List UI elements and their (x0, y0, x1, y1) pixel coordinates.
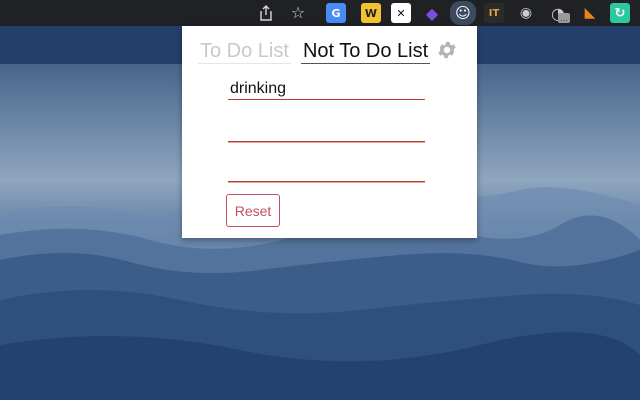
metamask-extension-icon[interactable]: ◣ (580, 3, 600, 23)
tab-not-to-do-list[interactable]: Not To Do List (300, 39, 431, 64)
w-extension-icon[interactable]: W (361, 3, 381, 23)
gear-icon[interactable] (436, 39, 458, 61)
google-translate-icon[interactable]: G (326, 3, 346, 23)
list-tabs: To Do List Not To Do List (198, 38, 431, 64)
x-extension-icon[interactable]: ✕ (391, 3, 411, 23)
badge-icon: … (558, 13, 570, 23)
bookmark-star-icon[interactable]: ☆ (288, 3, 308, 23)
not-todo-item-2-input[interactable] (228, 120, 425, 142)
extension-popup: To Do List Not To Do List Reset (182, 26, 477, 238)
reset-button[interactable]: Reset (226, 194, 280, 227)
screen: ☆ G W ✕ ◆ ☺ IT ◉ ◔ … ◣ ↻ To Do List Not … (0, 0, 640, 400)
not-todo-item-1-input[interactable] (228, 78, 425, 100)
refresh-extension-icon[interactable]: ↻ (610, 3, 630, 23)
stormtrooper-extension-icon[interactable]: ☺ (450, 1, 476, 25)
browser-toolbar: ☆ G W ✕ ◆ ☺ IT ◉ ◔ … ◣ ↻ (0, 0, 640, 26)
camera-extension-icon[interactable]: ◉ (516, 3, 536, 23)
share-icon[interactable] (256, 3, 276, 23)
it-extension-icon[interactable]: IT (484, 3, 504, 23)
stack-extension-icon[interactable]: ◆ (422, 3, 442, 23)
not-todo-item-3-input[interactable] (228, 160, 425, 182)
tab-to-do-list[interactable]: To Do List (198, 39, 291, 64)
